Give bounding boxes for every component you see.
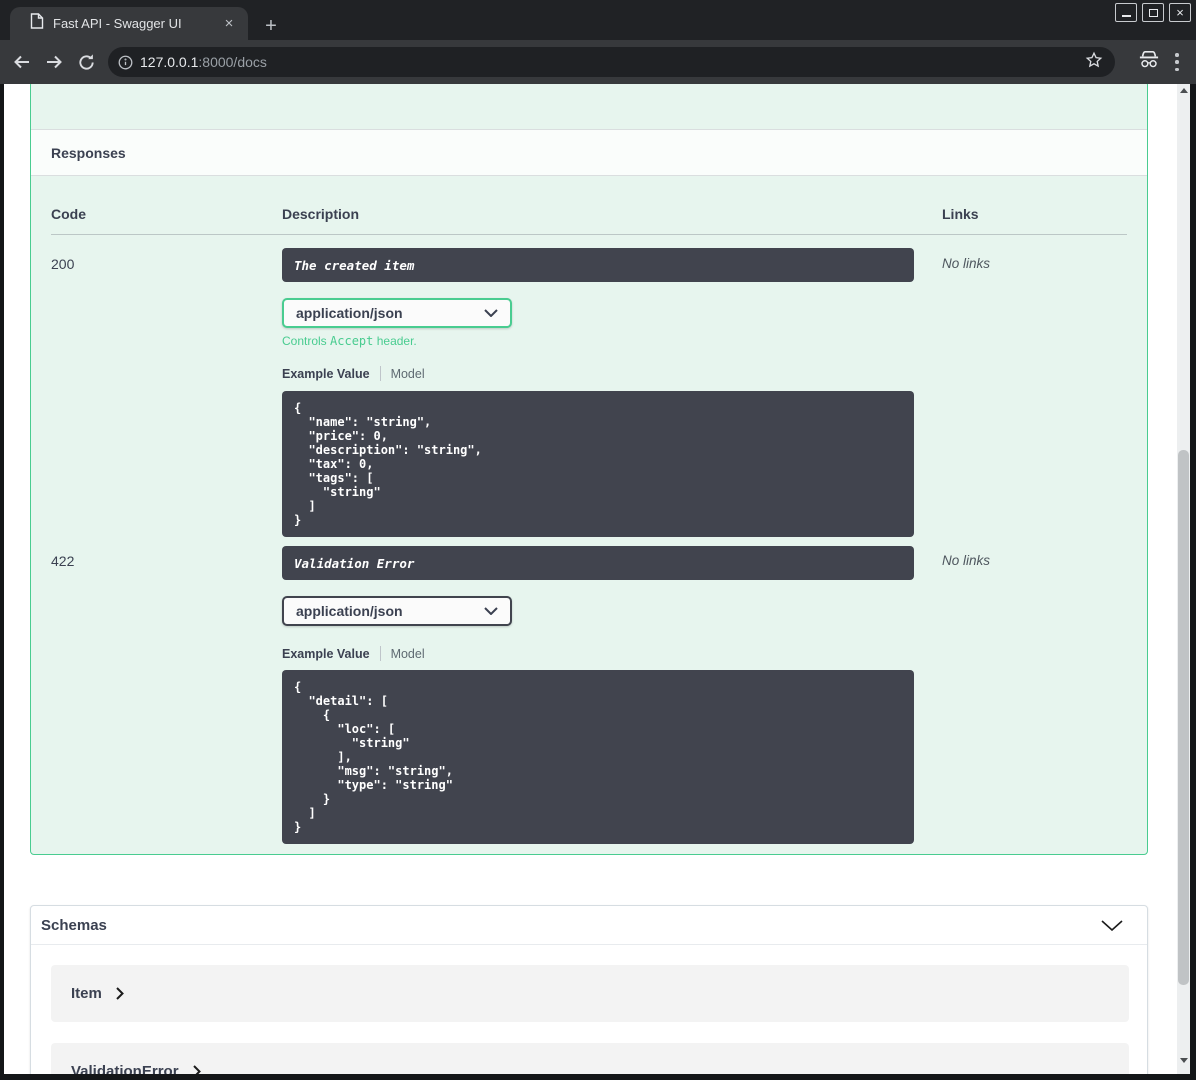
window-minimize-button[interactable] <box>1115 3 1137 22</box>
response-description-cell: Validation Error application/json Exampl… <box>282 546 942 844</box>
window-controls: × <box>1115 3 1191 22</box>
response-code: 200 <box>51 256 75 272</box>
response-description: Validation Error <box>282 546 914 580</box>
response-row-422: 422 Validation Error application/json Ex… <box>51 546 1127 844</box>
response-description: The created item <box>282 248 914 282</box>
chevron-right-icon <box>192 1065 201 1074</box>
tab-title: Fast API - Swagger UI <box>53 16 182 31</box>
response-links: No links <box>942 553 991 568</box>
response-code: 422 <box>51 553 75 569</box>
response-description-cell: The created item application/json Contro… <box>282 248 942 537</box>
collapse-chevron-icon[interactable] <box>1101 919 1123 931</box>
tab-strip: Fast API - Swagger UI × + × <box>0 0 1196 40</box>
responses-table-header: Code Description Links <box>51 176 1127 235</box>
tab-model[interactable]: Model <box>391 367 425 381</box>
example-model-tabs: Example Value Model <box>282 646 942 661</box>
back-arrow-icon <box>14 55 29 69</box>
response-links: No links <box>942 256 991 271</box>
tab-separator <box>379 366 381 381</box>
model-item[interactable]: Item <box>51 965 1129 1022</box>
schemas-section: Schemas Item ValidationError <box>30 905 1148 1074</box>
model-name: ValidationError <box>71 1063 179 1074</box>
example-json: { "name": "string", "price": 0, "descrip… <box>294 401 482 527</box>
column-description: Description <box>282 206 360 222</box>
column-code: Code <box>51 206 86 222</box>
media-type-select[interactable]: application/json <box>282 596 512 626</box>
chevron-down-icon <box>484 607 498 615</box>
media-type-select[interactable]: application/json <box>282 298 512 328</box>
tab-close-icon[interactable]: × <box>220 16 238 31</box>
column-links: Links <box>942 206 979 222</box>
star-icon <box>1085 51 1103 67</box>
model-name: Item <box>71 985 102 1002</box>
forward-button[interactable] <box>38 46 70 78</box>
responses-title: Responses <box>51 144 126 161</box>
browser-toolbar: 127.0.0.1:8000/docs <box>0 40 1196 84</box>
back-button[interactable] <box>6 46 38 78</box>
page-favicon-icon <box>30 13 44 34</box>
reload-icon <box>78 53 94 70</box>
tab-example-value[interactable]: Example Value <box>282 647 370 661</box>
window-maximize-button[interactable] <box>1142 3 1164 22</box>
url-path: :8000/docs <box>198 54 267 70</box>
swagger-page: Responses Code Description Links 200 The… <box>4 84 1177 1074</box>
schemas-body: Item ValidationError <box>31 945 1147 1074</box>
minimize-icon <box>1121 14 1131 17</box>
response-row-200: 200 The created item application/json Co… <box>51 248 1127 537</box>
window-close-button[interactable]: × <box>1169 3 1191 22</box>
example-model-tabs: Example Value Model <box>282 366 942 381</box>
example-code-block: { "detail": [ { "loc": [ "string" ], "ms… <box>282 670 914 844</box>
opblock-spacer <box>31 84 1147 129</box>
schemas-header[interactable]: Schemas <box>31 906 1147 945</box>
tab-model[interactable]: Model <box>391 647 425 661</box>
address-bar[interactable]: 127.0.0.1:8000/docs <box>108 47 1115 77</box>
example-code-block: { "name": "string", "price": 0, "descrip… <box>282 391 914 537</box>
close-icon: × <box>1176 5 1184 20</box>
url-host: 127.0.0.1 <box>140 54 199 70</box>
browser-tab[interactable]: Fast API - Swagger UI × <box>10 7 248 40</box>
example-json: { "detail": [ { "loc": [ "string" ], "ms… <box>294 680 453 834</box>
site-info-icon[interactable] <box>118 55 133 70</box>
responses-table: Code Description Links 200 The created i… <box>31 176 1147 844</box>
post-operation-block: Responses Code Description Links 200 The… <box>30 84 1148 855</box>
forward-arrow-icon <box>47 55 62 69</box>
chevron-down-icon <box>484 309 498 317</box>
new-tab-button[interactable]: + <box>258 13 284 39</box>
page-scrollbar[interactable] <box>1177 84 1190 1074</box>
media-type-value: application/json <box>296 305 403 321</box>
schemas-title: Schemas <box>41 916 107 934</box>
url-text: 127.0.0.1:8000/docs <box>140 54 1085 70</box>
model-validationerror[interactable]: ValidationError <box>51 1043 1129 1074</box>
tab-example-value[interactable]: Example Value <box>282 367 370 381</box>
controls-accept-note: Controls Accept header. <box>282 334 417 348</box>
reload-button[interactable] <box>70 46 102 78</box>
bookmark-star-button[interactable] <box>1085 51 1103 74</box>
incognito-badge-icon <box>1138 50 1160 75</box>
media-type-value: application/json <box>296 603 403 619</box>
chevron-right-icon <box>116 987 124 1000</box>
scrollbar-thumb[interactable] <box>1178 450 1189 985</box>
responses-section-header: Responses <box>31 129 1147 176</box>
tab-separator <box>379 646 381 661</box>
scrollbar-up-arrow-icon[interactable] <box>1177 88 1190 96</box>
scrollbar-down-arrow-icon[interactable] <box>1177 1058 1190 1066</box>
maximize-icon <box>1148 8 1158 17</box>
browser-menu-button[interactable] <box>1172 51 1182 73</box>
